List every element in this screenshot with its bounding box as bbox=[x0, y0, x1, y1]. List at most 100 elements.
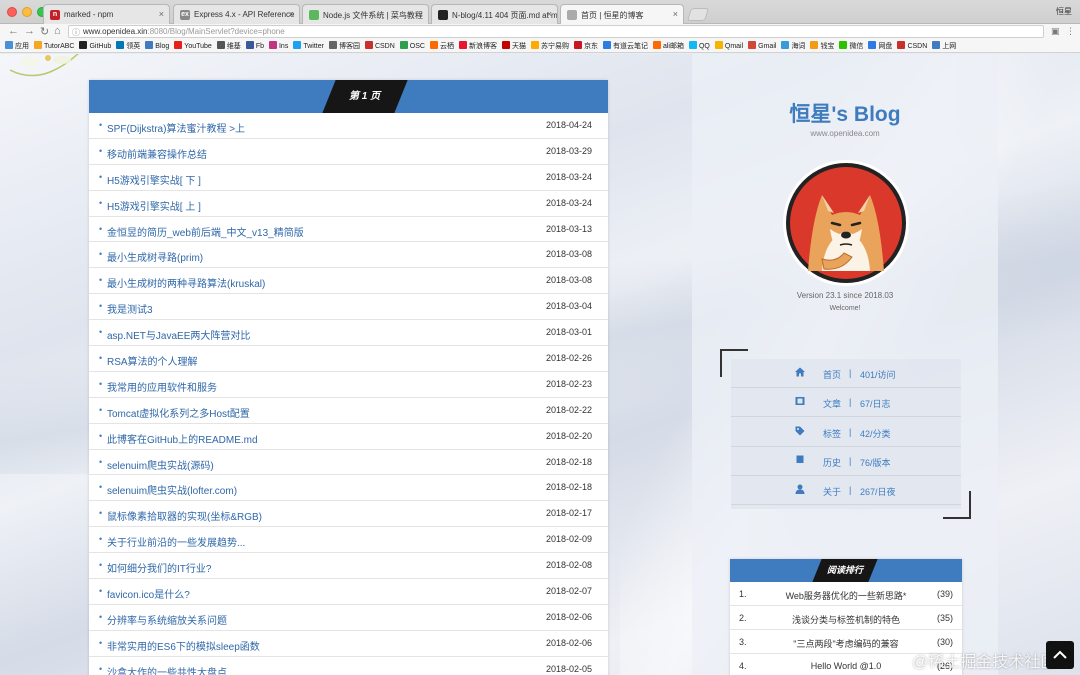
back-to-top-button[interactable] bbox=[1046, 641, 1074, 669]
camera-icon[interactable]: ▣ bbox=[1051, 26, 1060, 37]
browser-tab[interactable]: ex Express 4.x - API Reference × bbox=[173, 4, 300, 24]
bullet-icon: • bbox=[99, 171, 103, 182]
close-tab-icon[interactable]: × bbox=[673, 9, 678, 19]
reload-icon[interactable]: ↻ bbox=[40, 25, 49, 38]
bookmark-item[interactable]: ali邮箱 bbox=[652, 40, 684, 52]
home-icon[interactable]: ⌂ bbox=[54, 25, 61, 37]
bookmark-favicon-icon bbox=[932, 41, 941, 49]
close-window-button[interactable] bbox=[7, 7, 17, 17]
browser-tab[interactable]: n marked - npm × bbox=[43, 4, 170, 24]
post-title-link[interactable]: SPF(Dijkstra)算法蜜汁教程 >上 bbox=[107, 120, 245, 135]
post-title-link[interactable]: 鼠标像素拾取器的实现(坐标&RGB) bbox=[107, 508, 262, 523]
post-title-link[interactable]: asp.NET与JavaEE两大阵营对比 bbox=[107, 327, 250, 342]
stat-row[interactable]: 关于 | 267/日夜 bbox=[731, 476, 961, 506]
post-title-link[interactable]: RSA算法的个人理解 bbox=[107, 353, 198, 368]
address-bar[interactable]: ⓘ www.openidea.xin:8080/Blog/MainServlet… bbox=[68, 25, 1044, 38]
bookmark-label: 网盘 bbox=[878, 43, 893, 50]
post-title-link[interactable]: 如何细分我们的IT行业? bbox=[107, 560, 211, 575]
post-title-link[interactable]: 我是测试3 bbox=[107, 301, 153, 316]
bookmark-item[interactable]: 海词 bbox=[781, 40, 805, 52]
menu-icon[interactable]: ⋮ bbox=[1066, 26, 1075, 37]
new-tab-button[interactable] bbox=[686, 8, 710, 21]
stat-label[interactable]: 历史 bbox=[823, 456, 841, 469]
bookmark-label: OSC bbox=[409, 43, 425, 50]
bookmark-item[interactable]: 天猫 bbox=[501, 40, 526, 52]
bookmark-item[interactable]: YouTube bbox=[174, 40, 212, 52]
stat-row[interactable]: 文章 | 67/日志 bbox=[731, 388, 961, 418]
post-title-link[interactable]: H5游戏引擎实战[ 上 ] bbox=[107, 198, 201, 213]
bookmark-item[interactable]: 应用 bbox=[5, 40, 29, 52]
stat-row[interactable]: 首页 | 401/访问 bbox=[731, 359, 961, 388]
post-title-link[interactable]: selenuim爬虫实战(lofter.com) bbox=[107, 482, 237, 497]
bookmark-item[interactable]: 上网 bbox=[932, 40, 956, 52]
post-title-link[interactable]: 此博客在GitHub上的README.md bbox=[107, 431, 258, 446]
bookmark-item[interactable]: Fb bbox=[245, 40, 264, 52]
avatar bbox=[783, 160, 909, 286]
bookmark-item[interactable]: TutorABC bbox=[34, 40, 74, 52]
stat-label[interactable]: 首页 bbox=[823, 368, 841, 381]
bookmark-item[interactable]: 京东 bbox=[573, 40, 598, 52]
bookmark-item[interactable]: 钱宝 bbox=[810, 40, 834, 52]
bullet-icon: • bbox=[99, 560, 103, 571]
post-title-link[interactable]: 金恒昱的简历_web前后端_中文_v13_精简版 bbox=[107, 224, 304, 239]
minimize-window-button[interactable] bbox=[22, 7, 32, 17]
ranking-title: 阅读排行 bbox=[812, 559, 878, 582]
rank-title-link[interactable]: Web服务器优化的一些新思路* bbox=[730, 589, 962, 602]
bookmark-item[interactable]: QQ bbox=[688, 40, 710, 52]
bookmark-item[interactable]: Ins bbox=[268, 40, 288, 52]
close-tab-icon[interactable]: × bbox=[547, 9, 552, 19]
bookmark-item[interactable]: 微信 bbox=[839, 40, 863, 52]
post-title-link[interactable]: selenuim爬虫实战(源码) bbox=[107, 457, 214, 472]
post-title-link[interactable]: 我常用的应用软件和服务 bbox=[107, 379, 217, 394]
post-title-link[interactable]: 关于行业前沿的一些发展趋势... bbox=[107, 534, 245, 549]
bookmark-item[interactable]: Gmail bbox=[748, 40, 776, 52]
post-title-link[interactable]: 分辨率与系统缩放关系问题 bbox=[107, 612, 227, 627]
stat-separator: | bbox=[849, 426, 852, 437]
post-title-link[interactable]: H5游戏引擎实战[ 下 ] bbox=[107, 172, 201, 187]
page-info-icon[interactable]: ⓘ bbox=[72, 27, 80, 38]
browser-tab[interactable]: 首页 | 恒星的博客 × bbox=[560, 4, 684, 25]
bookmark-label: Blog bbox=[155, 43, 170, 50]
profile-name[interactable]: 恒星 bbox=[1056, 6, 1072, 17]
forward-icon[interactable]: → bbox=[24, 25, 35, 37]
post-title-link[interactable]: 最小生成树的两种寻路算法(kruskal) bbox=[107, 275, 265, 290]
close-tab-icon[interactable]: × bbox=[289, 9, 294, 19]
stat-separator: | bbox=[849, 368, 852, 378]
stat-row[interactable]: 历史 | 76/版本 bbox=[731, 447, 961, 476]
bookmark-item[interactable]: 网盘 bbox=[868, 40, 893, 52]
bullet-icon: • bbox=[99, 353, 103, 364]
post-title-link[interactable]: 非常实用的ES6下的模拟sleep函数 bbox=[107, 638, 260, 653]
post-title-link[interactable]: favicon.ico是什么? bbox=[107, 586, 190, 601]
browser-tab[interactable]: N-blog/4.11 404 页面.md at m... × bbox=[431, 4, 558, 24]
bookmark-item[interactable]: CSDN bbox=[364, 40, 395, 52]
bookmark-item[interactable]: Twitter bbox=[293, 40, 324, 52]
post-date: 2018-03-29 bbox=[545, 145, 592, 156]
bookmark-item[interactable]: CSDN bbox=[897, 40, 927, 52]
bookmark-item[interactable]: GitHub bbox=[79, 40, 111, 52]
stat-label[interactable]: 文章 bbox=[823, 397, 841, 410]
blog-name[interactable]: 恒星's Blog bbox=[692, 98, 998, 128]
stat-label[interactable]: 关于 bbox=[823, 485, 841, 498]
post-title-link[interactable]: 最小生成树寻路(prim) bbox=[107, 249, 203, 264]
bookmark-item[interactable]: Qmail bbox=[714, 40, 743, 52]
stat-row[interactable]: 标签 | 42/分类 bbox=[731, 418, 961, 447]
bookmark-item[interactable]: 有道云笔记 bbox=[602, 40, 648, 52]
bookmark-item[interactable]: 领英 bbox=[116, 40, 140, 52]
post-title-link[interactable]: 沙盒大作的一些共性大盘点 bbox=[107, 664, 227, 675]
close-tab-icon[interactable]: × bbox=[159, 9, 164, 19]
post-title-link[interactable]: Tomcat虚拟化系列之多Host配置 bbox=[107, 405, 250, 420]
bookmark-item[interactable]: Blog bbox=[145, 40, 170, 52]
bookmark-item[interactable]: 博客园 bbox=[328, 40, 360, 52]
back-icon[interactable]: ← bbox=[8, 25, 19, 37]
bookmark-item[interactable]: 维基 bbox=[216, 40, 241, 52]
bookmark-item[interactable]: 新浪博客 bbox=[458, 40, 497, 52]
bullet-icon: • bbox=[99, 378, 103, 389]
post-title-link[interactable]: 移动前端兼容操作总结 bbox=[107, 146, 207, 161]
browser-tab[interactable]: Node.js 文件系统 | 菜鸟教程 × bbox=[302, 4, 429, 24]
bookmark-item[interactable]: OSC bbox=[399, 40, 425, 52]
bookmark-item[interactable]: 云栖 bbox=[429, 40, 454, 52]
rank-title-link[interactable]: 浅谈分类与标签机制的特色 bbox=[730, 613, 962, 626]
close-tab-icon[interactable]: × bbox=[418, 9, 423, 19]
bookmark-item[interactable]: 苏宁易购 bbox=[530, 40, 569, 52]
stat-label[interactable]: 标签 bbox=[823, 427, 841, 440]
